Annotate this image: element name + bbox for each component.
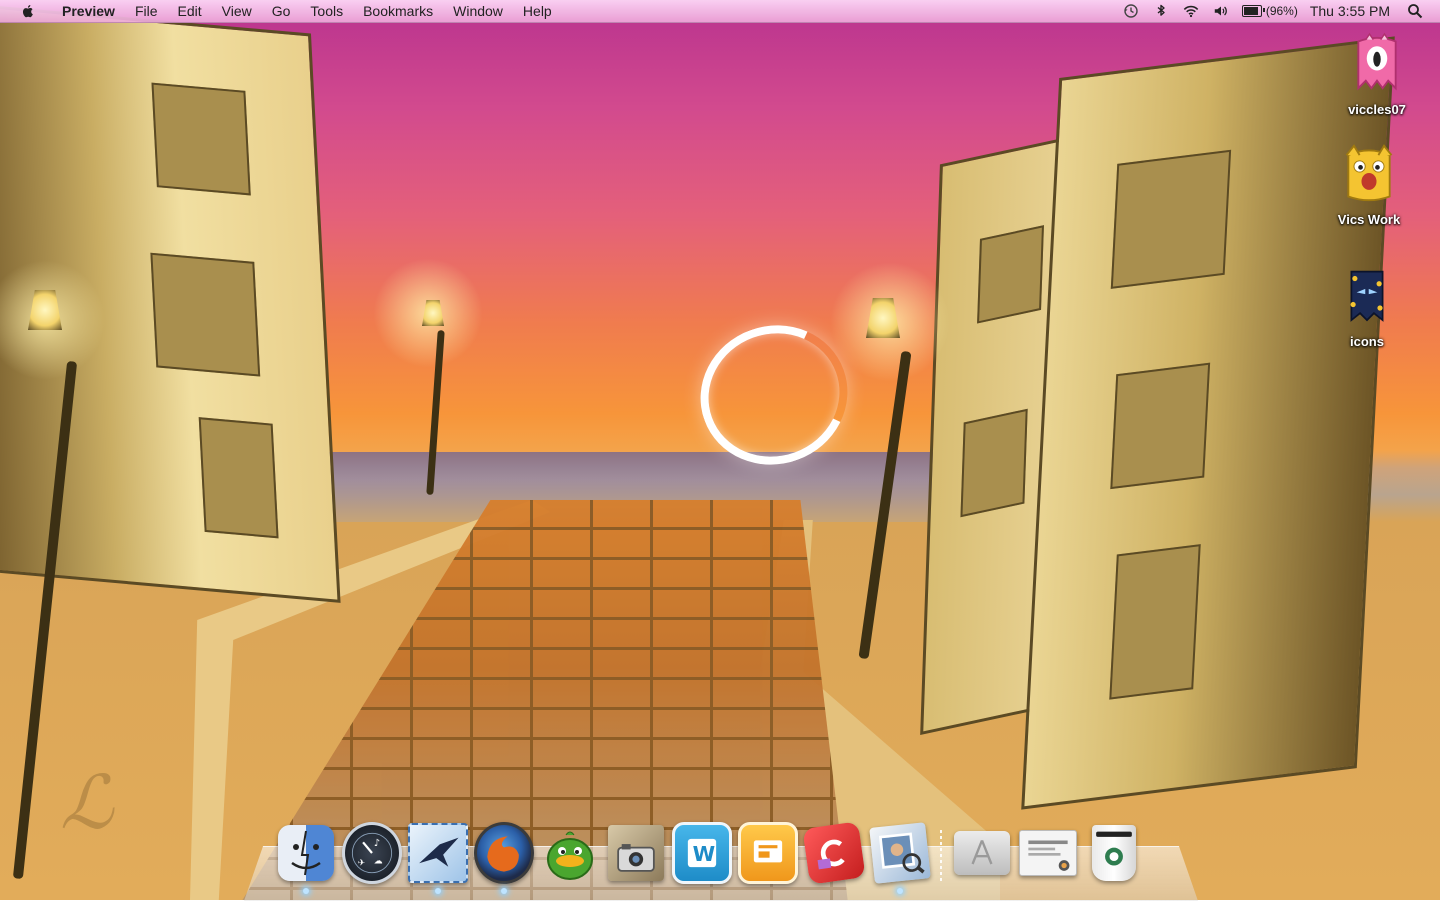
building-window: [1110, 362, 1211, 490]
battery-percent: (96%): [1265, 4, 1298, 18]
dock-word[interactable]: W: [672, 822, 732, 884]
dock: ♪ ☁ ✈ W: [276, 818, 1144, 894]
dock-documents-stack[interactable]: [1018, 822, 1078, 884]
dock-red-app[interactable]: [802, 821, 866, 885]
desktop-wallpaper: [0, 0, 1440, 900]
bluetooth-icon[interactable]: [1150, 0, 1172, 22]
running-indicator: [303, 888, 309, 894]
dock-mail[interactable]: [408, 822, 468, 894]
pink-monster-icon: [1346, 30, 1408, 96]
wifi-icon[interactable]: [1180, 0, 1202, 22]
adium-duck-icon: [542, 825, 598, 881]
running-indicator: [897, 888, 903, 894]
dashboard-icon: ♪ ☁ ✈: [342, 822, 402, 884]
desktop-item-label: viccles07: [1348, 102, 1406, 117]
svg-text:♪: ♪: [374, 838, 380, 849]
desktop-item-label: icons: [1350, 334, 1384, 349]
finder-icon: [278, 825, 334, 881]
applications-folder-icon: [954, 831, 1010, 875]
desktop-item-vics-work[interactable]: Vics Work: [1319, 140, 1419, 227]
red-cube-app-icon: [802, 821, 866, 885]
menu-bookmarks[interactable]: Bookmarks: [353, 0, 443, 22]
menu-help[interactable]: Help: [513, 0, 562, 22]
menu-tools[interactable]: Tools: [300, 0, 353, 22]
volume-icon[interactable]: [1210, 0, 1232, 22]
building-door: [198, 417, 279, 539]
dock-separator: [940, 830, 942, 884]
menu-extras: (96%) Thu 3:55 PM: [1116, 0, 1440, 22]
wallpaper-artist-signature: ℒ: [60, 760, 114, 846]
desktop-item-icons[interactable]: icons: [1317, 262, 1417, 349]
dock-firefox[interactable]: [474, 822, 534, 894]
building-window: [150, 252, 261, 377]
menu-clock[interactable]: Thu 3:55 PM: [1310, 3, 1390, 19]
menu-app-name[interactable]: Preview: [52, 0, 125, 22]
presentation-icon: [738, 822, 798, 884]
svg-text:W: W: [693, 842, 716, 866]
building-window: [1110, 149, 1232, 289]
svg-text:✈: ✈: [358, 859, 365, 869]
running-indicator: [501, 888, 507, 894]
menu-bar: Preview File Edit View Go Tools Bookmark…: [0, 0, 1440, 23]
building-window: [151, 82, 251, 196]
dock-keynote[interactable]: [738, 822, 798, 884]
desktop-item-label: Vics Work: [1337, 212, 1401, 227]
word-icon: W: [672, 822, 732, 884]
mail-icon: [408, 823, 468, 883]
dock-dashboard[interactable]: ♪ ☁ ✈: [342, 822, 402, 884]
dock-trash[interactable]: [1084, 822, 1144, 884]
battery-icon: [1241, 5, 1265, 17]
running-indicator: [435, 888, 441, 894]
apple-menu-icon[interactable]: [18, 3, 38, 19]
dock-applications-stack[interactable]: [952, 822, 1012, 884]
dock-iphoto[interactable]: [606, 822, 666, 884]
dock-finder[interactable]: [276, 822, 336, 894]
yellow-monster-icon: [1338, 140, 1400, 206]
menu-edit[interactable]: Edit: [168, 0, 212, 22]
menu-file[interactable]: File: [125, 0, 168, 22]
menu-view[interactable]: View: [212, 0, 262, 22]
dock-adium[interactable]: [540, 822, 600, 884]
menu-window[interactable]: Window: [443, 0, 513, 22]
desktop-item-viccles07[interactable]: viccles07: [1327, 30, 1427, 117]
dark-blue-monster-icon: [1336, 262, 1398, 328]
battery-level-fill: [1243, 7, 1258, 15]
preview-icon: [869, 822, 931, 884]
building-door: [1109, 544, 1201, 700]
iphoto-icon: [608, 825, 664, 881]
building-window: [977, 225, 1044, 324]
menu-go[interactable]: Go: [262, 0, 301, 22]
documents-stack-icon: [1019, 830, 1077, 876]
time-machine-icon[interactable]: [1120, 0, 1142, 22]
svg-text:☁: ☁: [374, 857, 383, 867]
building-window: [960, 408, 1028, 518]
dock-preview[interactable]: [869, 822, 931, 894]
firefox-icon: [474, 822, 534, 884]
spotlight-icon[interactable]: [1404, 0, 1426, 22]
battery-status[interactable]: (96%): [1241, 4, 1298, 18]
coffee-cup-trash-icon: [1092, 825, 1136, 881]
